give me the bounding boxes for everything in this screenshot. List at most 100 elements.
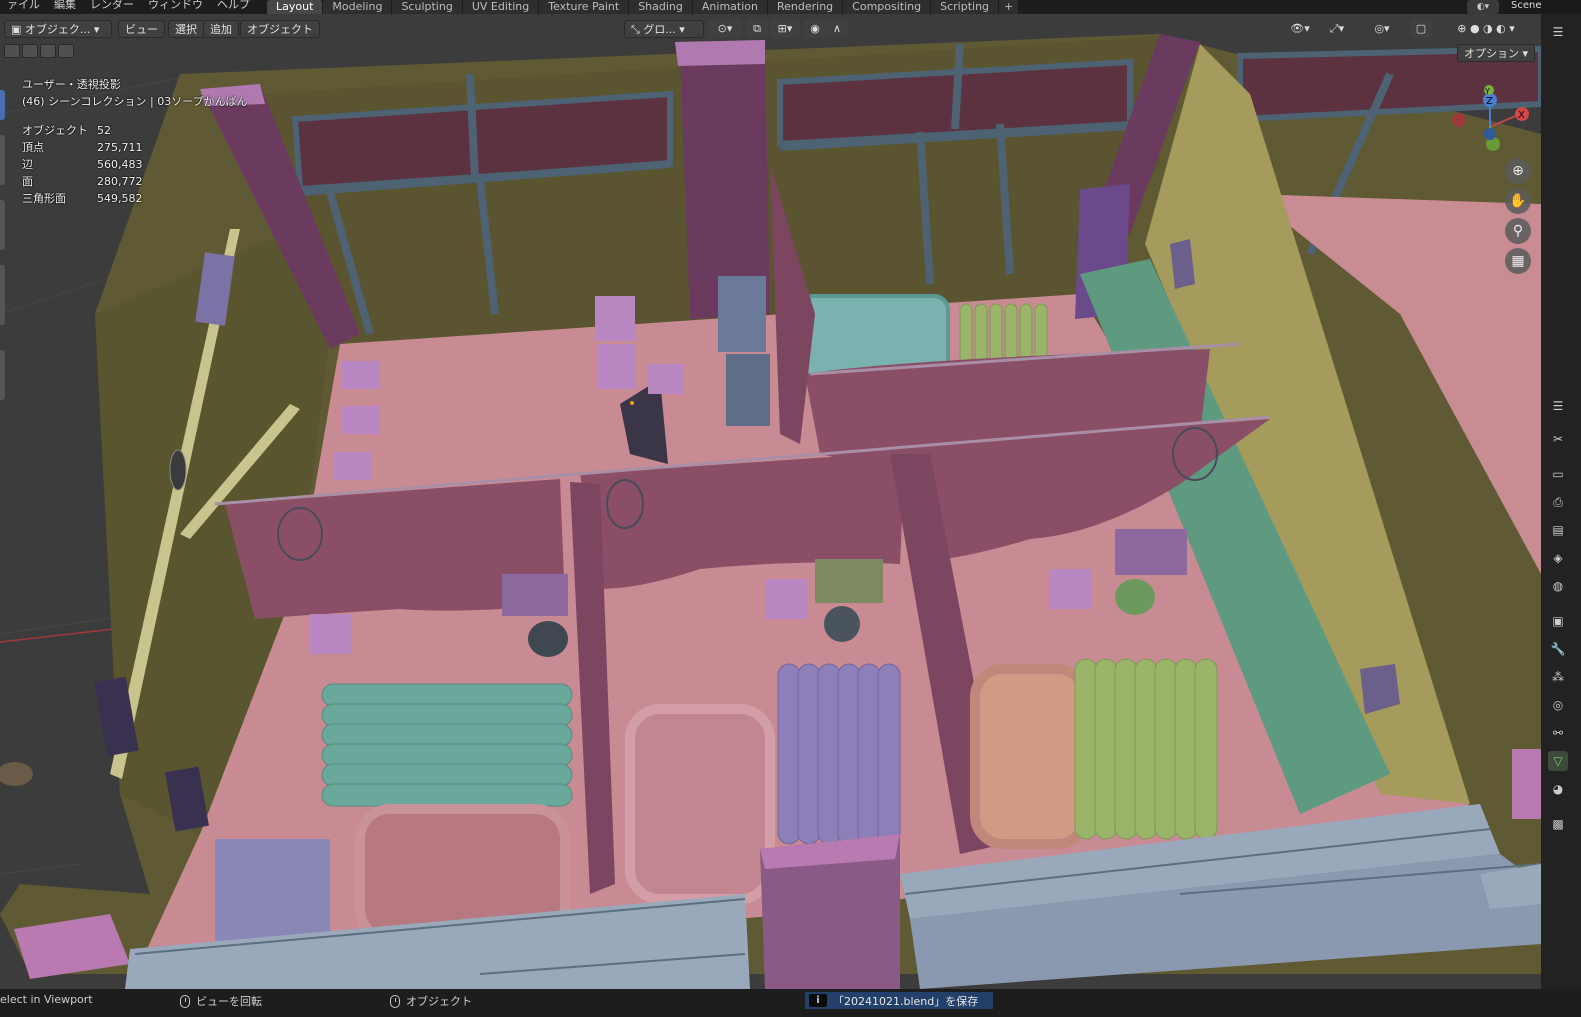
- object-menu[interactable]: オブジェクト: [240, 20, 320, 38]
- menu-file[interactable]: ァイル: [0, 0, 47, 12]
- gizmo-toggle-icon[interactable]: ⤢▾: [1320, 20, 1354, 38]
- info-icon: i: [809, 994, 827, 1007]
- tool-tab[interactable]: [0, 135, 5, 185]
- stat-label: 三角形面: [22, 192, 66, 205]
- view-menu[interactable]: ビュー: [118, 20, 165, 38]
- active-tool-tab[interactable]: [0, 90, 5, 120]
- gizmo-z-label: Z: [1486, 96, 1493, 107]
- particles-props-icon[interactable]: ⁂: [1548, 667, 1568, 687]
- gizmo-x-label: X: [1518, 110, 1525, 121]
- select-new-icon[interactable]: [4, 44, 20, 58]
- select-subtract-icon[interactable]: [40, 44, 56, 58]
- tab-rendering[interactable]: Rendering: [767, 0, 844, 14]
- scene-props-icon[interactable]: ◈: [1548, 548, 1568, 568]
- falloff-icon[interactable]: ∧: [826, 20, 848, 38]
- tab-modeling[interactable]: Modeling: [323, 0, 393, 14]
- proportional-edit-icon[interactable]: ◉: [804, 20, 826, 38]
- status-message[interactable]: i 「20241021.blend」を保存: [805, 992, 993, 1009]
- origin-point: [630, 401, 634, 405]
- scene-name-field[interactable]: Scene: [1503, 0, 1581, 14]
- xray-icon[interactable]: ▢: [1410, 20, 1432, 38]
- properties-tabs: ☰ ☰ ✂ ▭ ⎙ ▤ ◈ ◍ ▣ 🔧 ⁂ ◎ ⚯ ▽ ◕ ▩: [1541, 14, 1581, 989]
- mat-green: [1074, 658, 1218, 840]
- stat-label: 面: [22, 175, 33, 188]
- gizmo-neg-z: [1484, 128, 1496, 140]
- gizmo-y-label: Y: [1484, 87, 1490, 96]
- menu-help[interactable]: ヘルプ: [210, 0, 257, 12]
- add-workspace-button[interactable]: +: [999, 0, 1019, 14]
- zoom-icon[interactable]: ⊕: [1505, 158, 1531, 184]
- bucket-3: [1115, 579, 1155, 615]
- view-layer-icon[interactable]: ▤: [1548, 520, 1568, 540]
- tab-animation[interactable]: Animation: [692, 0, 768, 14]
- scene-icon[interactable]: ◐▾: [1467, 0, 1499, 14]
- menu-edit[interactable]: 編集: [47, 0, 83, 12]
- transform-orientation-select[interactable]: ⤡ グロ... ▾: [624, 20, 704, 38]
- tab-scripting[interactable]: Scripting: [931, 0, 1000, 14]
- select-hint: elect in Viewport: [0, 993, 93, 1006]
- chair-back-1: [595, 296, 635, 341]
- menu-render[interactable]: レンダー: [83, 0, 141, 12]
- material-props-icon[interactable]: ◕: [1548, 779, 1568, 799]
- top-bar: ァイル 編集 レンダー ウィンドウ ヘルプ Layout Modeling Sc…: [0, 0, 1581, 14]
- front-cabinet: [215, 839, 330, 949]
- render-props-icon[interactable]: ▭: [1548, 464, 1568, 484]
- editor-type-icon[interactable]: ☰: [1548, 22, 1568, 42]
- front-right-box: [1512, 749, 1541, 819]
- tab-uv-editing[interactable]: UV Editing: [462, 0, 540, 14]
- world-props-icon[interactable]: ◍: [1548, 576, 1568, 596]
- snap-target-icon[interactable]: ⊞▾: [770, 20, 800, 38]
- options-dropdown[interactable]: オプション ▾: [1457, 44, 1536, 62]
- tab-shading[interactable]: Shading: [629, 0, 693, 14]
- tool-tab[interactable]: [0, 200, 5, 250]
- output-props-icon[interactable]: ⎙: [1548, 492, 1568, 512]
- tool-tab[interactable]: [0, 350, 5, 400]
- main-menu: ァイル 編集 レンダー ウィンドウ ヘルプ: [0, 0, 257, 14]
- navigation-gizmo[interactable]: X Z Y: [1445, 82, 1541, 162]
- scene-selector[interactable]: ◐▾ Scene: [1467, 0, 1581, 14]
- physics-props-icon[interactable]: ◎: [1548, 695, 1568, 715]
- save-message-text: 「20241021.blend」を保存: [833, 994, 979, 1008]
- figurine: [0, 762, 33, 786]
- tab-sculpting[interactable]: Sculpting: [392, 0, 463, 14]
- pivot-point-icon[interactable]: ⊙▾: [708, 20, 742, 38]
- mat-teal: [321, 683, 573, 807]
- snap-icon[interactable]: ⧉: [746, 20, 768, 38]
- stat-value: 52: [97, 124, 111, 137]
- select-menu[interactable]: 選択: [168, 20, 204, 38]
- mode-select[interactable]: ▣ オブジェク... ▾: [4, 20, 112, 38]
- select-hint-label: elect in Viewport: [0, 993, 93, 1006]
- add-menu[interactable]: 追加: [203, 20, 239, 38]
- tab-compositing[interactable]: Compositing: [843, 0, 932, 14]
- stat-value: 549,582: [97, 192, 143, 205]
- select-intersect-icon[interactable]: [58, 44, 74, 58]
- object-props-icon[interactable]: ▣: [1548, 611, 1568, 631]
- pan-hand-icon[interactable]: ✋: [1505, 188, 1531, 214]
- bucket-1: [528, 621, 568, 657]
- shading-modes[interactable]: ⊕ ● ◑ ◐ ▾: [1436, 20, 1536, 38]
- tub-middle: [625, 704, 775, 904]
- status-bar: elect in Viewport ビューを回転 オブジェクト i 「20241…: [0, 989, 1581, 1017]
- tool-tab[interactable]: [0, 265, 5, 325]
- ortho-grid-icon[interactable]: ▦: [1505, 248, 1531, 274]
- select-extend-icon[interactable]: [22, 44, 38, 58]
- overlay-toggle-icon[interactable]: ◎▾: [1364, 20, 1400, 38]
- stat-value: 275,711: [97, 141, 143, 154]
- texture-props-icon[interactable]: ▩: [1548, 814, 1568, 834]
- tab-texture-paint[interactable]: Texture Paint: [539, 0, 630, 14]
- options-label: オプション: [1464, 47, 1519, 60]
- camera-icon[interactable]: ⚲: [1505, 218, 1531, 244]
- visibility-icon[interactable]: 👁▾: [1285, 20, 1315, 38]
- rotate-hint: ビューを回転: [180, 993, 262, 1009]
- object-mode-icon: ▣: [11, 23, 25, 36]
- 3d-viewport[interactable]: ▣ オブジェク... ▾ ビュー 選択 追加 オブジェクト ⤡ グロ... ▾ …: [0, 14, 1541, 989]
- tab-layout[interactable]: Layout: [267, 0, 324, 14]
- modifier-props-icon[interactable]: 🔧: [1548, 639, 1568, 659]
- tool-settings-icon[interactable]: ✂: [1548, 429, 1568, 449]
- constraints-props-icon[interactable]: ⚯: [1548, 723, 1568, 743]
- menu-window[interactable]: ウィンドウ: [141, 0, 210, 12]
- properties-editor-icon[interactable]: ☰: [1548, 396, 1568, 416]
- data-props-icon[interactable]: ▽: [1548, 751, 1568, 771]
- stat-value: 560,483: [97, 158, 143, 171]
- select-mode-tools: [4, 44, 74, 58]
